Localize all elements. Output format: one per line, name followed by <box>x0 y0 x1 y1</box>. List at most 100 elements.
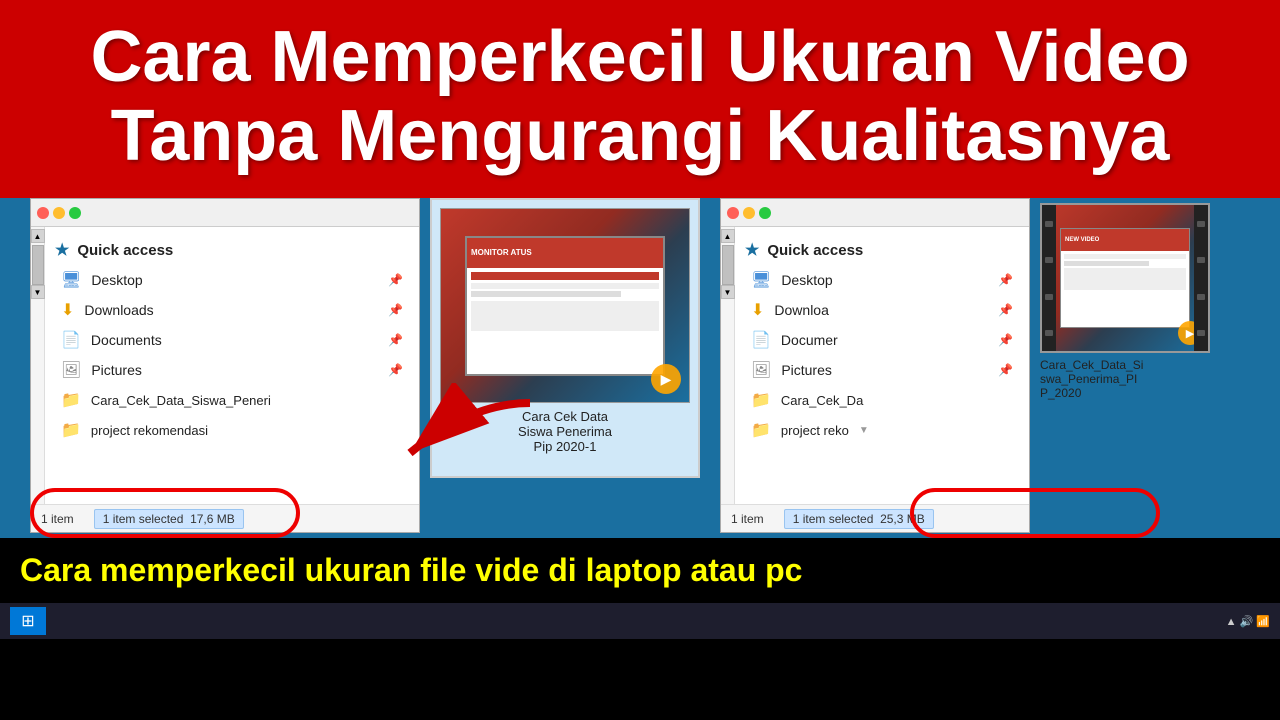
max-btn-r[interactable] <box>759 207 771 219</box>
sidebar-item-downloads[interactable]: ⬇ Downloads 📌 <box>45 295 419 325</box>
right-preview-label: Cara_Cek_Data_Si swa_Penerima_PI P_2020 <box>1040 358 1143 400</box>
scroll-up[interactable]: ▲ <box>31 229 45 243</box>
max-btn[interactable] <box>69 207 81 219</box>
documents-icon: 📄 <box>61 330 81 350</box>
pin-icon-r4: 📌 <box>998 363 1013 377</box>
video-thumb-inner: MONITOR ATUS ▶ <box>441 209 689 402</box>
sidebar-item-desktop[interactable]: 🖥 Desktop 📌 <box>45 265 419 295</box>
pin-icon: 📌 <box>388 273 403 287</box>
desktop-label-r: Desktop <box>781 272 988 288</box>
close-btn-r[interactable] <box>727 207 739 219</box>
pictures-icon-r: 🖼 <box>751 360 771 380</box>
folder-icon-2: 📁 <box>61 420 81 440</box>
documents-label: Documents <box>91 332 378 348</box>
film-hole-rl <box>1045 221 1053 227</box>
sidebar-item-folder1[interactable]: 📁 Cara_Cek_Data_Siswa_Peneri <box>45 385 419 415</box>
left-nav-list: ★ Quick access 🖥 Desktop 📌 ⬇ Downloads 📌 <box>45 227 419 504</box>
pin-icon-4: 📌 <box>388 363 403 377</box>
scroll-down[interactable]: ▼ <box>31 285 45 299</box>
right-sidebar-pictures[interactable]: 🖼 Pictures 📌 <box>735 355 1029 385</box>
downloads-label-r: Downloa <box>774 302 988 318</box>
right-film-right <box>1194 205 1208 351</box>
left-explorer-content: ▲ ▼ ★ Quick access 🖥 Desktop 📌 <box>31 227 419 504</box>
red-arrow-svg <box>390 383 550 473</box>
desktop-icon: 🖥 <box>61 270 81 290</box>
right-quick-access[interactable]: ★ Quick access <box>735 235 1029 265</box>
sidebar-item-documents[interactable]: 📄 Documents 📌 <box>45 325 419 355</box>
right-window-header <box>721 199 1029 227</box>
pin-icon-2: 📌 <box>388 303 403 317</box>
right-sidebar-folder2[interactable]: 📁 project reko ▼ <box>735 415 1029 445</box>
film-hole-rr4 <box>1197 330 1205 336</box>
thumb-screen-body <box>467 268 663 335</box>
documents-label-r: Documer <box>781 332 988 348</box>
right-sidebar-folder1[interactable]: 📁 Cara_Cek_Da <box>735 385 1029 415</box>
right-nav-list: ★ Quick access 🖥 Desktop 📌 ⬇ Downloa 📌 📄… <box>735 227 1029 504</box>
preview-container-left: MONITOR ATUS ▶ Cara Cek Data Siswa Pener… <box>420 198 720 538</box>
pictures-label: Pictures <box>91 362 378 378</box>
min-btn-r[interactable] <box>743 207 755 219</box>
right-thumb-screen: NEW VIDEO <box>1060 228 1190 328</box>
circle-highlight-left <box>30 488 300 538</box>
pin-icon-3: 📌 <box>388 333 403 347</box>
play-button[interactable]: ▶ <box>651 364 681 394</box>
folder2-label: project rekomendasi <box>91 423 208 438</box>
left-scrollbar[interactable]: ▲ ▼ <box>31 227 45 504</box>
downloads-icon: ⬇ <box>61 300 74 320</box>
quick-access-label: Quick access <box>77 242 173 259</box>
right-sidebar-desktop[interactable]: 🖥 Desktop 📌 <box>735 265 1029 295</box>
title-line1: Cara Memperkecil Ukuran Video <box>30 18 1250 97</box>
bottom-bar: Cara memperkecil ukuran file vide di lap… <box>0 538 1280 603</box>
min-btn[interactable] <box>53 207 65 219</box>
right-video-thumbnail: NEW VIDEO ▶ <box>1040 203 1210 353</box>
pin-icon-r2: 📌 <box>998 303 1013 317</box>
folder1-label-r: Cara_Cek_Da <box>781 393 863 408</box>
right-sidebar-downloads[interactable]: ⬇ Downloa 📌 <box>735 295 1029 325</box>
systray-time: ▲ 🔊 📶 <box>1226 615 1270 628</box>
start-button[interactable]: ⊞ <box>10 607 46 635</box>
scroll-thumb[interactable] <box>32 245 44 285</box>
video-thumbnail: MONITOR ATUS ▶ <box>440 208 690 403</box>
pictures-icon: 🖼 <box>61 360 81 380</box>
desktop-icon-r: 🖥 <box>751 270 771 290</box>
right-thumb-body <box>1061 251 1189 293</box>
star-icon: ★ <box>55 240 69 260</box>
pictures-label-r: Pictures <box>781 362 988 378</box>
quick-access-section[interactable]: ★ Quick access <box>45 235 419 265</box>
sidebar-item-folder2[interactable]: 📁 project rekomendasi <box>45 415 419 445</box>
downloads-label: Downloads <box>84 302 378 318</box>
scroll-up-r[interactable]: ▲ <box>721 229 735 243</box>
circle-highlight-right <box>910 488 1160 538</box>
system-tray: ▲ 🔊 📶 <box>1226 615 1270 628</box>
pin-icon-r: 📌 <box>998 273 1013 287</box>
right-sidebar-documents[interactable]: 📄 Documer 📌 <box>735 325 1029 355</box>
scroll-down-r[interactable]: ▼ <box>721 285 735 299</box>
folder2-label-r: project reko <box>781 423 849 438</box>
title-line2: Tanpa Mengurangi Kualitasnya <box>30 97 1250 176</box>
title-banner: Cara Memperkecil Ukuran Video Tanpa Meng… <box>0 0 1280 198</box>
documents-icon-r: 📄 <box>751 330 771 350</box>
thumb-screen: MONITOR ATUS <box>465 236 665 376</box>
right-item-count: 1 item <box>731 512 764 526</box>
right-thumb-header: NEW VIDEO <box>1061 229 1189 251</box>
right-film-left <box>1042 205 1056 351</box>
desktop-label: Desktop <box>91 272 378 288</box>
right-preview-area: NEW VIDEO ▶ <box>1030 198 1280 538</box>
right-scrollbar[interactable]: ▲ ▼ <box>721 227 735 504</box>
close-btn[interactable] <box>37 207 49 219</box>
windows-area: ▲ ▼ ★ Quick access 🖥 Desktop 📌 <box>0 198 1280 538</box>
sidebar-item-pictures[interactable]: 🖼 Pictures 📌 <box>45 355 419 385</box>
quick-access-label-r: Quick access <box>767 242 863 259</box>
scroll-down-arrow-r: ▼ <box>859 425 869 436</box>
right-thumb-inner: NEW VIDEO ▶ <box>1042 205 1208 351</box>
scroll-thumb-r[interactable] <box>722 245 734 285</box>
film-hole-rl3 <box>1045 294 1053 300</box>
folder1-label: Cara_Cek_Data_Siswa_Peneri <box>91 393 271 408</box>
taskbar: ⊞ ▲ 🔊 📶 <box>0 603 1280 639</box>
folder-icon-r2: 📁 <box>751 420 771 440</box>
film-hole-rr2 <box>1197 257 1205 263</box>
right-explorer-window: ▲ ▼ ★ Quick access 🖥 Desktop 📌 ⬇ Downloa <box>720 198 1030 533</box>
folder-icon-1: 📁 <box>61 390 81 410</box>
film-hole-rl2 <box>1045 257 1053 263</box>
bottom-text: Cara memperkecil ukuran file vide di lap… <box>20 552 802 589</box>
